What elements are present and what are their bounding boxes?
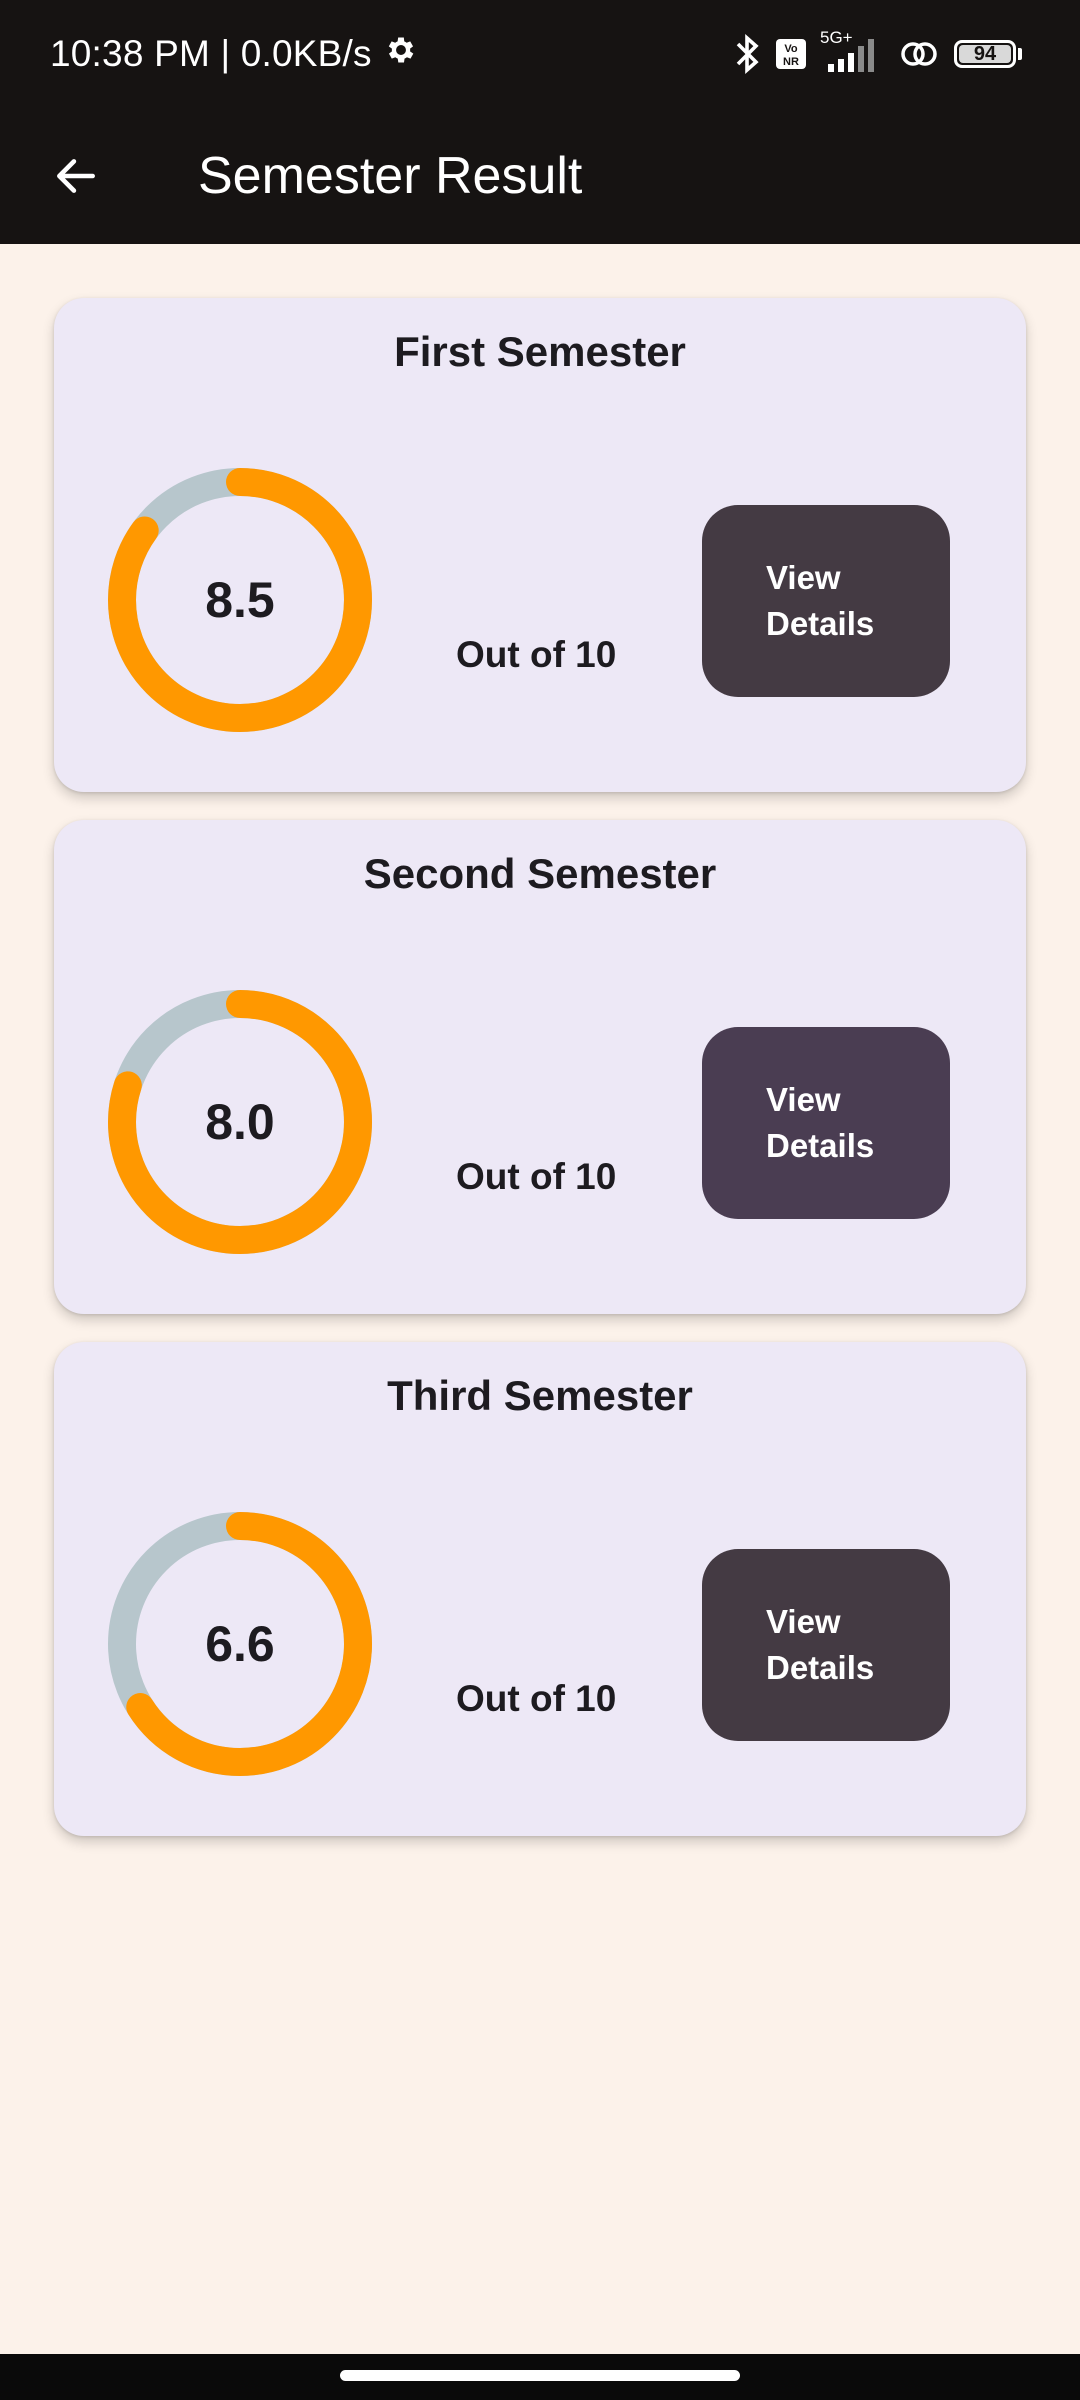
- view-details-label: View Details: [766, 559, 875, 642]
- out-of-label: Out of 10: [456, 634, 617, 675]
- app-bar: Semester Result: [0, 108, 1080, 244]
- score-gauge: 8.0: [108, 990, 372, 1254]
- score-gauge: 6.6: [108, 1512, 372, 1776]
- score-value: 8.0: [205, 1094, 275, 1150]
- bluetooth-icon: [734, 34, 762, 74]
- vonr-icon: Vo NR: [776, 39, 806, 69]
- link-icon: [898, 36, 940, 72]
- score-gauge: 8.5: [108, 468, 372, 732]
- view-details-button[interactable]: View Details: [702, 505, 950, 697]
- view-details-label: View Details: [766, 1081, 875, 1164]
- vonr-label-top: Vo: [784, 43, 798, 55]
- battery-level: 94: [973, 42, 997, 65]
- gesture-nav-bar: [0, 2354, 1080, 2400]
- semester-list: First Semester 8.5 Out of 10 View Detail…: [54, 298, 1026, 1864]
- score-value: 6.6: [205, 1616, 275, 1672]
- semester-card-first: First Semester 8.5 Out of 10 View Detail…: [54, 298, 1026, 792]
- view-details-button[interactable]: View Details: [702, 1549, 950, 1741]
- semester-title: Third Semester: [387, 1372, 693, 1419]
- page-title: Semester Result: [198, 147, 583, 205]
- battery-icon: 94: [954, 40, 1022, 68]
- view-details-button[interactable]: View Details: [702, 1027, 950, 1219]
- status-left: 10:38 PM | 0.0KB/s: [50, 28, 418, 80]
- semester-card-third: Third Semester 6.6 Out of 10 View Detail…: [54, 1342, 1026, 1836]
- arrow-back-icon: [57, 159, 95, 193]
- back-button[interactable]: [36, 136, 116, 216]
- battery-nub: [1018, 48, 1022, 60]
- out-of-label: Out of 10: [456, 1678, 617, 1719]
- semester-card-second: Second Semester 8.0 Out of 10 View Detai…: [54, 820, 1026, 1314]
- signal-icon: 5G+: [820, 28, 884, 74]
- out-of-label: Out of 10: [456, 1156, 617, 1197]
- network-type-label: 5G+: [820, 28, 853, 47]
- status-time-speed: 10:38 PM | 0.0KB/s: [50, 33, 372, 74]
- view-details-label: View Details: [766, 1603, 875, 1686]
- battery-body: 94: [954, 40, 1016, 68]
- home-gesture-handle[interactable]: [340, 2370, 740, 2381]
- vonr-label-bottom: NR: [783, 56, 799, 68]
- semester-title: First Semester: [394, 328, 686, 375]
- settings-gear-icon: [384, 33, 418, 76]
- status-bar: 10:38 PM | 0.0KB/s Vo NR 5G+ 94: [0, 0, 1080, 108]
- status-icons: Vo NR 5G+ 94: [734, 28, 1022, 78]
- score-value: 8.5: [205, 572, 275, 628]
- semester-title: Second Semester: [363, 850, 717, 897]
